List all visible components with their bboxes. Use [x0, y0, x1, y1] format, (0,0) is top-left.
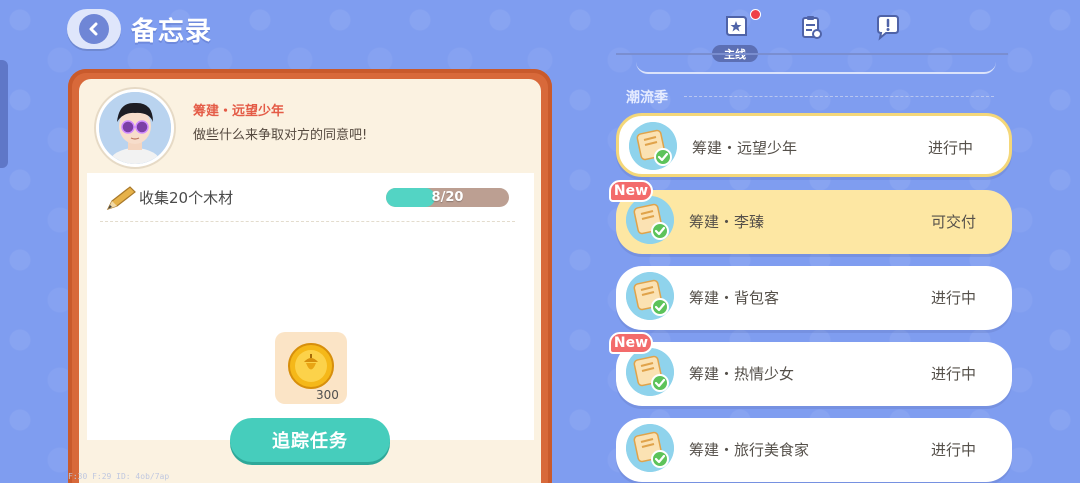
npc-name: 筹建・远望少年: [193, 104, 285, 119]
side-drawer-handle[interactable]: [0, 60, 8, 168]
page-title: 备忘录: [131, 17, 213, 47]
quest-name: 筹建・旅行美食家: [689, 441, 810, 459]
quest-status: 进行中: [927, 139, 973, 157]
quest-name: 筹建・热情少女: [689, 365, 795, 383]
track-quest-button[interactable]: 追踪任务: [230, 418, 390, 462]
tab-clipboard[interactable]: [795, 12, 827, 42]
progress-text: 8/20: [431, 190, 464, 205]
section-divider: [684, 96, 994, 97]
quest-status: 可交付: [930, 213, 976, 231]
quest-name: 筹建・远望少年: [692, 139, 798, 157]
back-button[interactable]: [67, 9, 121, 49]
quest-list-item[interactable]: 筹建・李臻 可交付: [616, 190, 1012, 254]
clipboard-icon: [802, 16, 822, 39]
new-badge: New: [609, 180, 653, 202]
tab-chat[interactable]: [872, 12, 904, 42]
task-description: 收集20个木材: [139, 189, 234, 207]
quest-name: 筹建・背包客: [689, 289, 780, 307]
reward-count: 300: [316, 388, 339, 402]
quest-scroll-icon: [626, 196, 674, 244]
npc-avatar: [96, 89, 174, 167]
quest-scroll-icon: [626, 424, 674, 472]
divider: [100, 221, 515, 222]
chevron-left-icon: [79, 14, 109, 44]
new-badge: New: [609, 332, 653, 354]
quest-status: 进行中: [930, 289, 976, 307]
quest-scroll-icon: [629, 122, 677, 170]
quest-list-item[interactable]: 筹建・热情少女 进行中: [616, 342, 1012, 406]
quest-scroll-icon: [626, 348, 674, 396]
quest-status: 进行中: [930, 365, 976, 383]
quest-list-item[interactable]: 筹建・旅行美食家 进行中: [616, 418, 1012, 482]
quest-list-item[interactable]: 筹建・远望少年 进行中: [616, 113, 1012, 177]
task-progress-bar: 8/20: [386, 188, 509, 207]
tab-underline: [616, 53, 1008, 55]
section-title: 潮流季: [626, 90, 668, 106]
alert-dot: [750, 9, 761, 20]
pencil-icon: [104, 183, 138, 217]
debug-info: F:30 F:29 ID: 4ob/7ap: [68, 472, 170, 481]
main-quest-icon: [726, 16, 747, 36]
quest-list-item[interactable]: 筹建・背包客 进行中: [616, 266, 1012, 330]
npc-dialogue: 做些什么来争取对方的同意吧!: [193, 128, 368, 143]
quest-status: 进行中: [930, 441, 976, 459]
quest-name: 筹建・李臻: [689, 213, 765, 231]
chat-exclaim-icon: [877, 15, 899, 41]
quest-scroll-icon: [626, 272, 674, 320]
list-top-edge: [636, 62, 996, 74]
tab-main-quest[interactable]: [720, 12, 752, 42]
